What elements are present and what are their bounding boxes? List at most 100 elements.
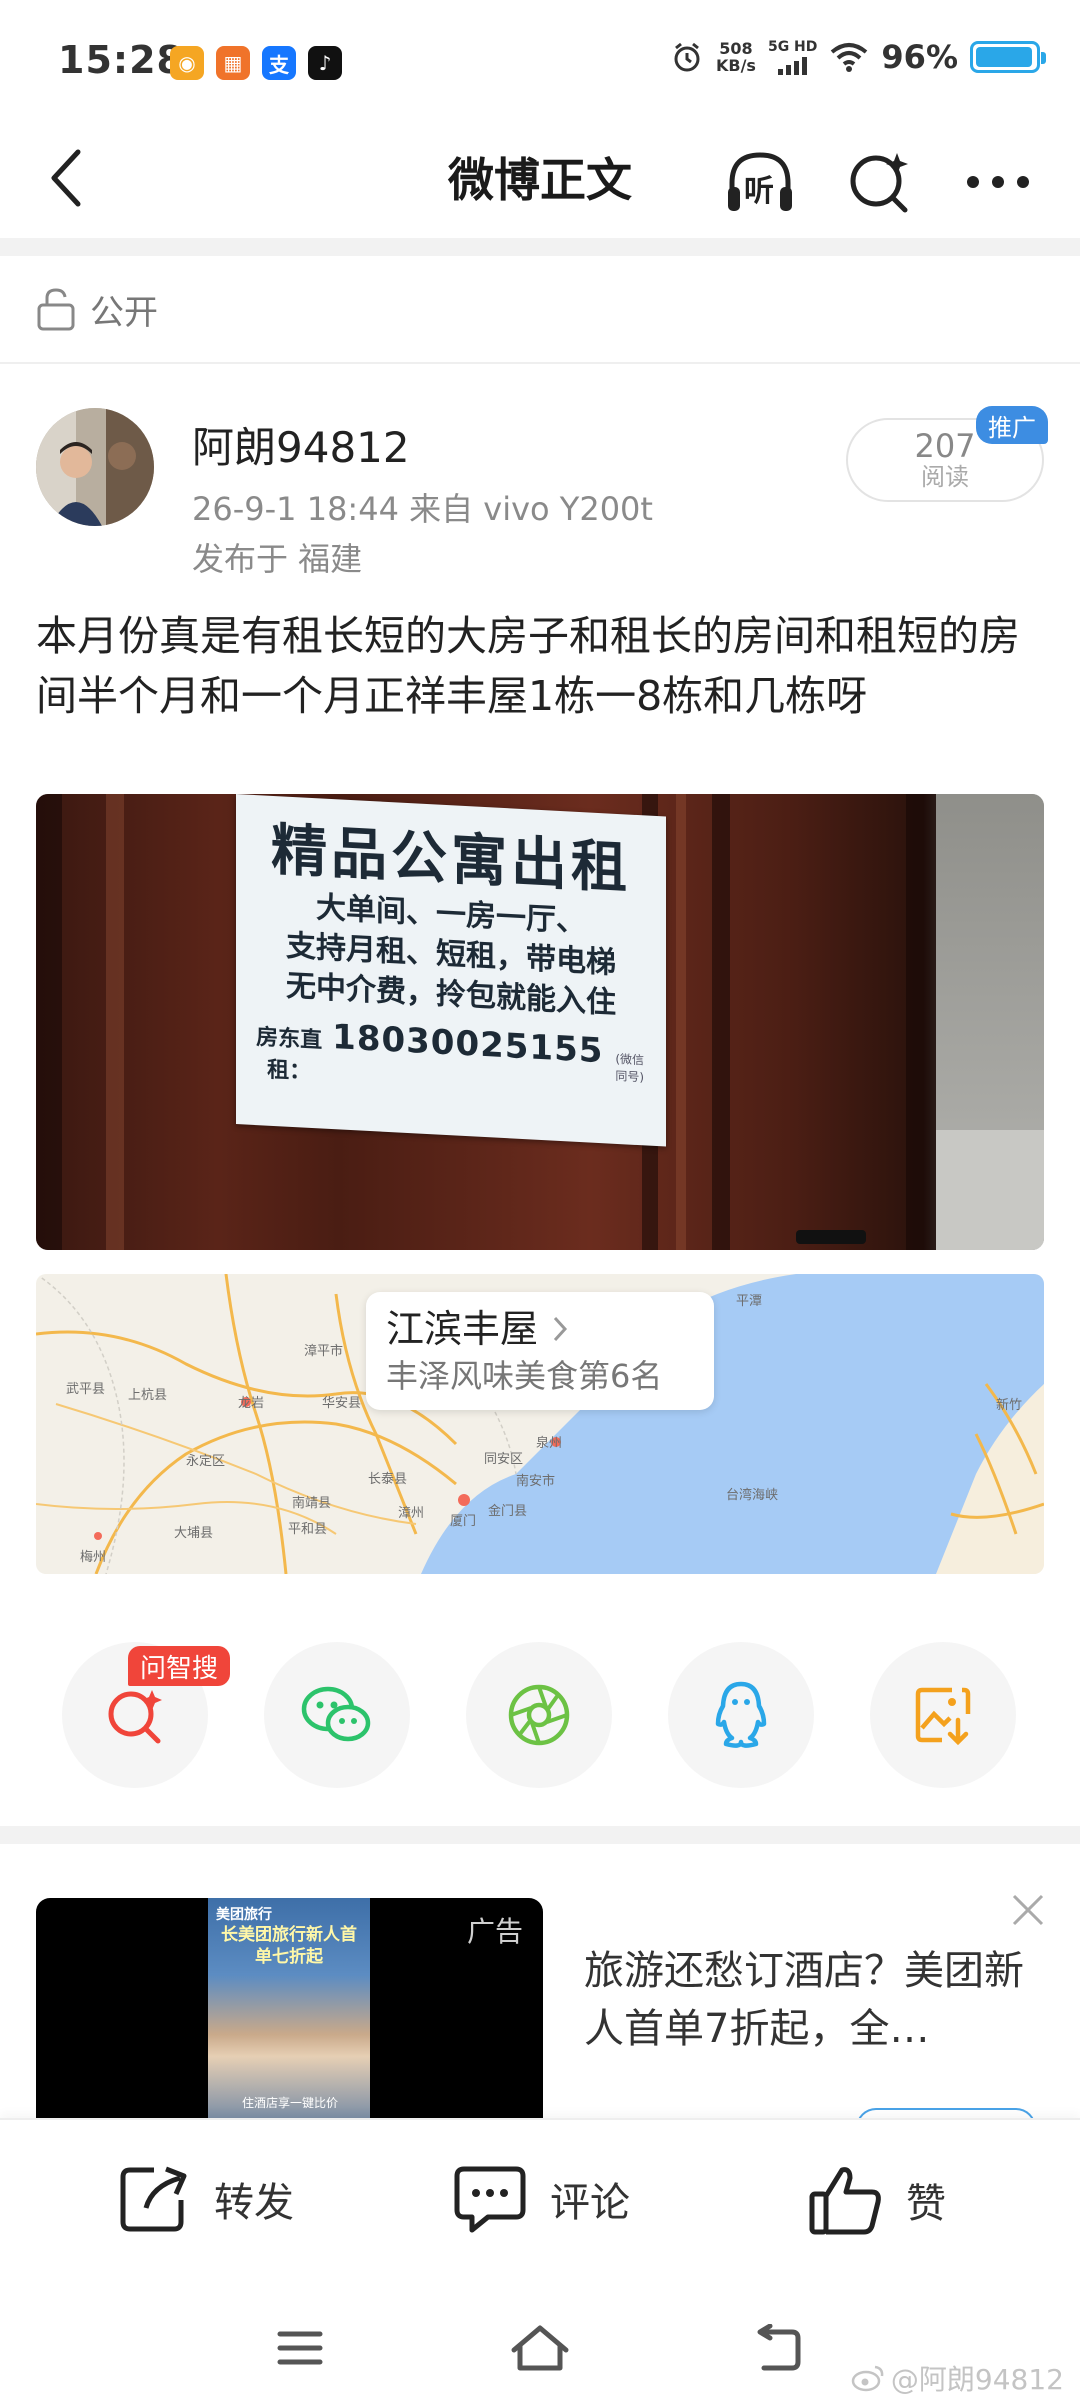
comment-button[interactable]: 评论: [452, 2164, 630, 2234]
ai-search-badge: 问智搜: [128, 1646, 231, 1686]
door-frame-left: [36, 794, 62, 1250]
ad-poster-cta: 住酒店享一键比价: [241, 2096, 338, 2110]
map-label: 永定区: [186, 1454, 226, 1469]
weibo-logo-icon: [851, 2365, 884, 2392]
post-image[interactable]: 精品公寓出租 大单间、一房一厅、 支持月租、短租，带电梯 无中介费，拎包就能入住…: [36, 794, 1044, 1250]
moments-icon: [508, 1684, 570, 1746]
rent-sign: 精品公寓出租 大单间、一房一厅、 支持月租、短租，带电梯 无中介费，拎包就能入住…: [236, 794, 666, 1147]
status-time: 15:28: [58, 38, 184, 82]
map-label: 同安区: [484, 1452, 524, 1467]
signal-bars-icon: [777, 56, 807, 75]
map-label: 上杭县: [128, 1388, 168, 1403]
grid-app-icon: ▦: [216, 46, 250, 80]
like-label: 赞: [906, 2181, 946, 2227]
home-button[interactable]: [510, 2318, 570, 2378]
map-place-desc: 丰泽风味美食第6名: [386, 1357, 663, 1395]
alarm-icon: [674, 42, 700, 72]
map-label: 南安市: [516, 1474, 556, 1489]
avatar[interactable]: [36, 408, 154, 526]
system-back-icon: [757, 2324, 801, 2371]
author-name[interactable]: 阿朗94812: [192, 414, 410, 475]
more-dots-icon: [967, 176, 1029, 188]
map-label: 大埔县: [174, 1526, 214, 1541]
map-label: 华安县: [322, 1396, 362, 1411]
like-button[interactable]: 赞: [808, 2164, 946, 2236]
system-navigation-bar: @阿朗94812: [0, 2284, 1080, 2408]
comment-icon: [454, 2166, 526, 2233]
map-label: 龙岩: [238, 1396, 265, 1411]
avatar-image: [36, 408, 154, 526]
share-qq-button[interactable]: [668, 1642, 814, 1788]
ai-search-button[interactable]: [842, 144, 918, 220]
back-button[interactable]: [34, 146, 98, 210]
door-frame-mid: [712, 794, 730, 1250]
recent-apps-button[interactable]: [270, 2318, 330, 2378]
alipay-app-icon: 支: [262, 46, 296, 80]
visibility-label: 公开: [90, 292, 158, 333]
listen-label: 听: [744, 174, 774, 209]
share-save-image-button[interactable]: [870, 1642, 1016, 1788]
battery-icon: [970, 41, 1046, 73]
map-label: 台湾海峡: [726, 1488, 779, 1503]
post-text: 本月份真是有租长短的大房子和租长的房间和租短的房间半个月和一个月正祥丰屋1栋一8…: [36, 612, 1020, 720]
ad-close-button[interactable]: [1006, 1888, 1050, 1932]
qq-icon: [715, 1681, 767, 1748]
watermark-text: @阿朗94812: [890, 2363, 1064, 2396]
map-label: 泉州: [536, 1436, 563, 1451]
status-bar: 15:28 ◉ ▦ 支 ♪ 508 KB/s 5G HD 96%: [0, 0, 1080, 120]
repost-label: 转发: [214, 2180, 294, 2226]
read-label: 阅读: [921, 463, 969, 491]
page-title: 微博正文: [448, 153, 632, 207]
wechat-icon: [301, 1686, 371, 1742]
hallway-floor: [936, 1130, 1044, 1250]
close-icon: [1012, 1894, 1044, 1926]
map-label: 武平县: [66, 1382, 106, 1397]
ad-poster-brand: 美团旅行: [216, 1907, 272, 1923]
map-location-callout[interactable]: 江滨丰屋 丰泽风味美食第6名: [366, 1292, 714, 1410]
more-button[interactable]: [960, 144, 1036, 220]
home-icon: [511, 2325, 569, 2371]
ad-poster: 美团旅行 长美团旅行新人首单七折起 住酒店享一键比价: [208, 1898, 370, 2118]
repost-icon: [120, 2166, 187, 2232]
net-speed-unit: KB/s: [715, 56, 756, 75]
ai-search-icon: [108, 1690, 162, 1744]
ad-text[interactable]: 旅游还愁订酒店？美团新人首单7折起，全…: [584, 1942, 1044, 2058]
share-moments-button[interactable]: [466, 1642, 612, 1788]
section-divider: [0, 238, 1080, 256]
map-card[interactable]: 武平县 上杭县 龙岩 永定区 华安县 漳平市 长泰县 南靖县 平和县 漳州 厦门…: [36, 1274, 1044, 1574]
nav-bar: 微博正文 听: [0, 120, 1080, 236]
chevron-right-icon: [553, 1316, 568, 1342]
door-highlight: [106, 794, 124, 1250]
sign-phone-row: 房东直租： 18030025155 (微信同号): [254, 1013, 648, 1104]
repost-button[interactable]: 转发: [118, 2164, 294, 2234]
visibility-row: 公开: [0, 256, 1080, 364]
listen-button[interactable]: 听: [722, 144, 798, 220]
net-speed: 508 KB/s: [716, 40, 756, 74]
sign-phone: 18030025155: [332, 1017, 604, 1072]
map-label: 漳平市: [304, 1344, 344, 1359]
promo-badge: 推广: [976, 406, 1048, 444]
post-location: 发布于 福建: [192, 540, 363, 578]
watermark: @阿朗94812: [851, 2358, 1064, 2398]
map-label: 新竹: [996, 1398, 1023, 1413]
back-arrow-icon: [51, 149, 81, 207]
post-meta: 26-9-1 18:44 来自 vivo Y200t: [192, 490, 653, 528]
map-place-row: 江滨丰屋: [386, 1304, 694, 1354]
map-label: 南靖县: [292, 1496, 332, 1511]
system-back-button[interactable]: [748, 2318, 808, 2378]
action-bar: 转发 评论 赞: [0, 2118, 1080, 2284]
map-label: 漳州: [398, 1506, 425, 1521]
map-place-name: 江滨丰屋: [386, 1307, 539, 1351]
net-type: 5G HD: [767, 38, 818, 55]
thumbs-up-icon: [809, 2167, 881, 2235]
sign-phone-note: (微信同号): [615, 1051, 645, 1085]
door-frame-right: [906, 794, 936, 1250]
battery-percent: 96%: [881, 38, 958, 76]
read-count: 207: [914, 427, 976, 465]
menu-icon: [277, 2331, 323, 2365]
comment-label: 评论: [550, 2180, 630, 2226]
share-wechat-button[interactable]: [264, 1642, 410, 1788]
ad-thumbnail[interactable]: 美团旅行 长美团旅行新人首单七折起 住酒店享一键比价 广告: [36, 1898, 543, 2118]
section-divider: [0, 1826, 1080, 1844]
ad-tag: 广告: [466, 1915, 523, 1948]
